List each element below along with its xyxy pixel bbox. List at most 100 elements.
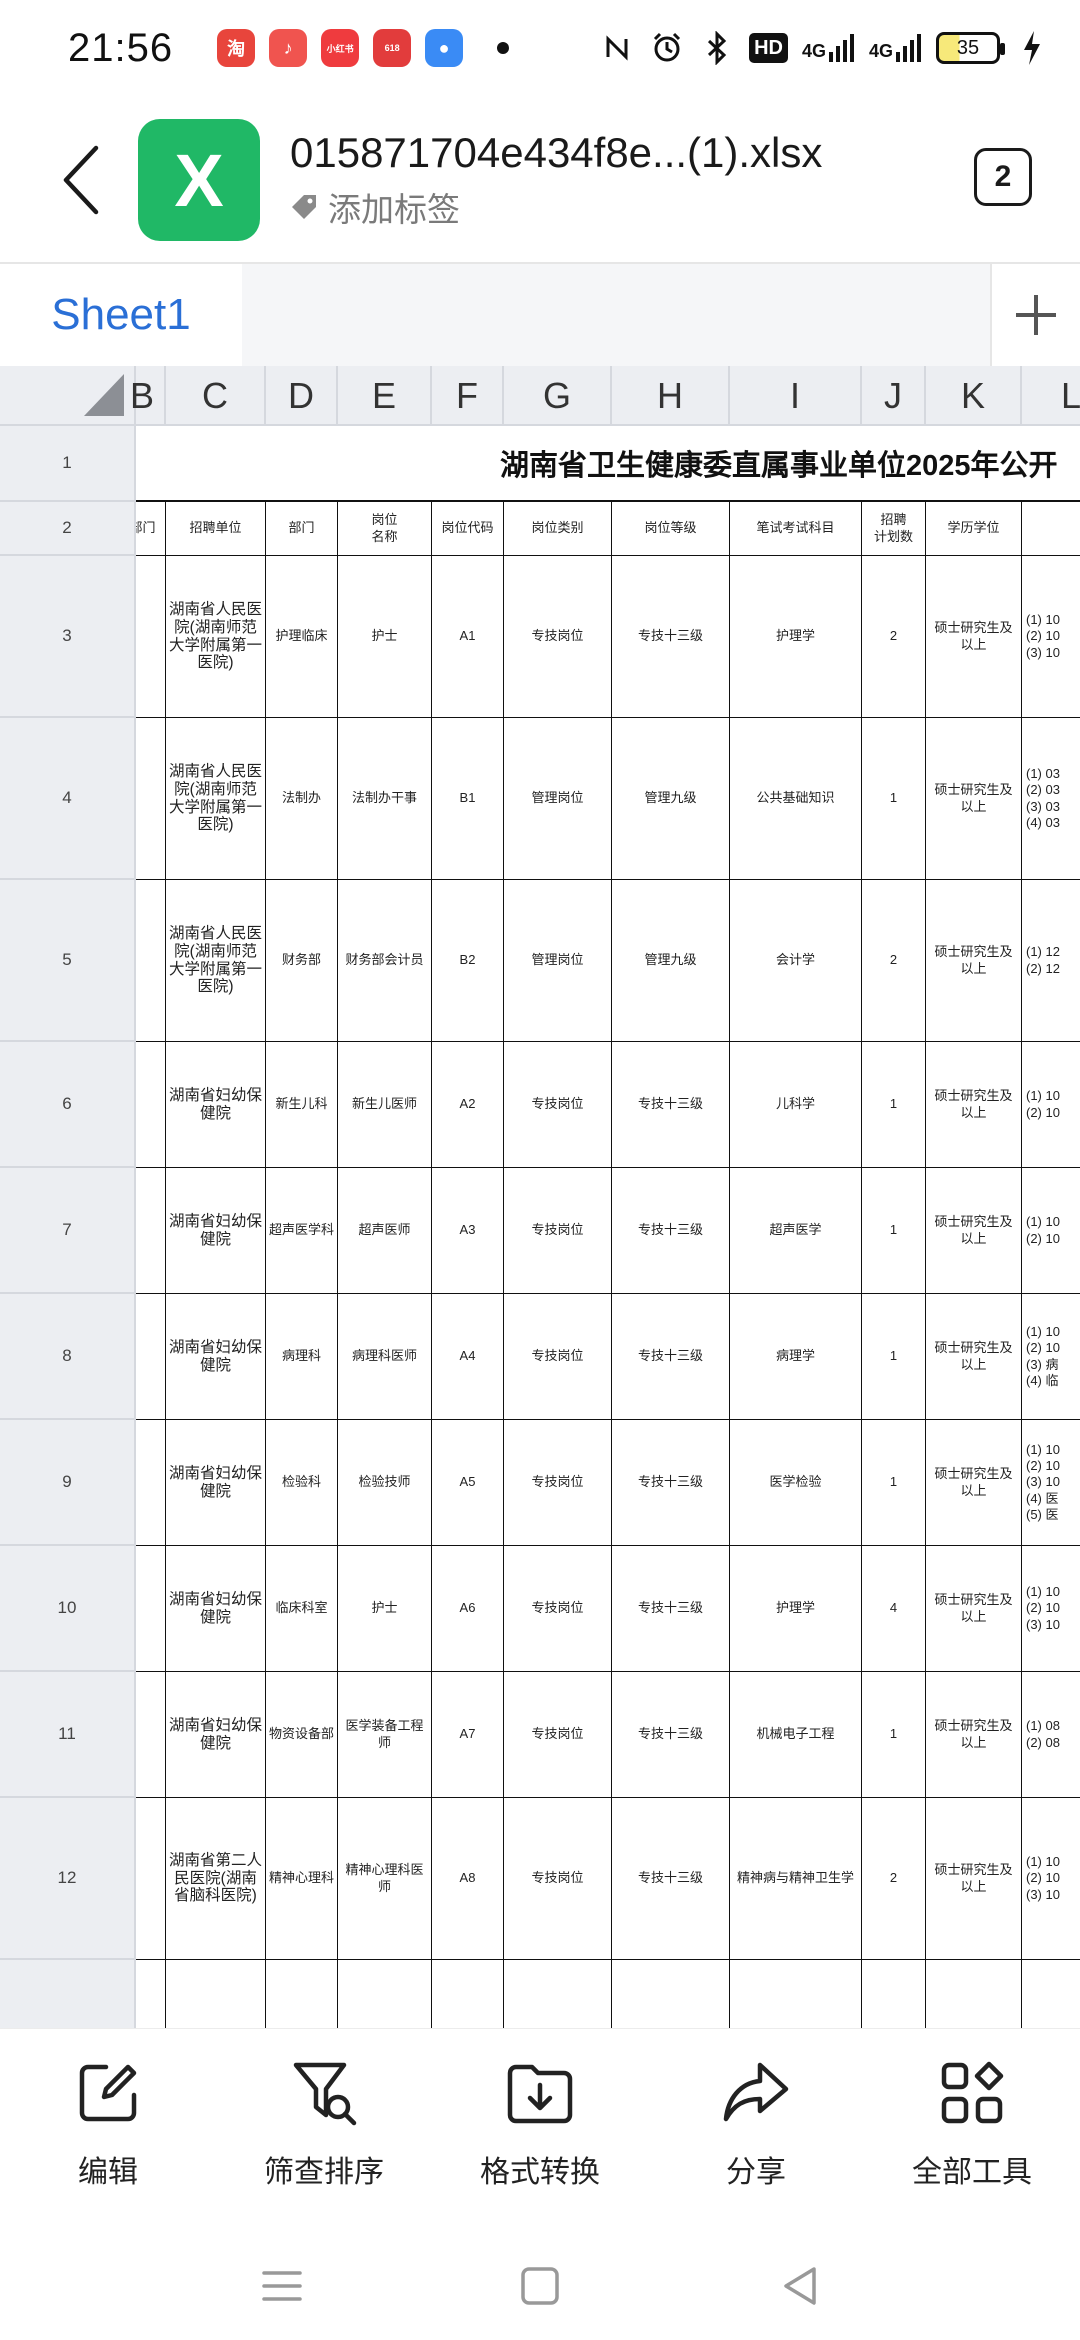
cell-empty[interactable] <box>136 1294 166 1420</box>
cell-category[interactable]: 管理岗位 <box>504 718 612 880</box>
cell-level[interactable]: 专技十三级 <box>612 1798 730 1960</box>
cell-empty[interactable] <box>504 1960 612 2028</box>
cell-empty[interactable] <box>136 1168 166 1294</box>
cell-exam[interactable]: 医学检验 <box>730 1420 862 1546</box>
cell-level[interactable]: 专技十三级 <box>612 556 730 718</box>
header-cell[interactable]: 学历学位 <box>926 502 1022 556</box>
cell-empty[interactable] <box>136 1960 166 2028</box>
cell-dept[interactable]: 护理临床 <box>266 556 338 718</box>
cell-category[interactable]: 专技岗位 <box>504 1168 612 1294</box>
cell-empty[interactable] <box>338 1960 432 2028</box>
cell-degree[interactable]: 硕士研究生及以上 <box>926 1168 1022 1294</box>
cell-level[interactable]: 管理九级 <box>612 880 730 1042</box>
cell-empty[interactable] <box>926 1960 1022 2028</box>
cell-dept[interactable]: 病理科 <box>266 1294 338 1420</box>
cell-code[interactable]: A3 <box>432 1168 504 1294</box>
row-header[interactable]: 7 <box>0 1168 134 1294</box>
cell-category[interactable]: 管理岗位 <box>504 880 612 1042</box>
header-cell[interactable]: 笔试考试科目 <box>730 502 862 556</box>
row-header[interactable]: 3 <box>0 556 134 718</box>
cell-exam[interactable]: 病理学 <box>730 1294 862 1420</box>
cell-count[interactable]: 1 <box>862 1042 926 1168</box>
all-tools-button[interactable]: 全部工具 <box>872 2059 1072 2191</box>
cell-empty[interactable] <box>1022 1960 1080 2028</box>
cell-org[interactable]: 湖南省妇幼保健院 <box>166 1294 266 1420</box>
header-cell[interactable]: 部门 <box>266 502 338 556</box>
cell-empty[interactable] <box>136 1546 166 1672</box>
column-header-k[interactable]: K <box>926 366 1022 426</box>
cell-major[interactable]: (1) 03 (2) 03 (3) 03 (4) 03 <box>1022 718 1080 880</box>
add-tag-button[interactable]: 添加标签 <box>290 183 822 231</box>
cell-dept[interactable]: 新生儿科 <box>266 1042 338 1168</box>
column-header-j[interactable]: J <box>862 366 926 426</box>
cell-level[interactable]: 专技十三级 <box>612 1294 730 1420</box>
back-nav-button[interactable] <box>770 2256 830 2316</box>
cell-code[interactable]: B1 <box>432 718 504 880</box>
cell-dept[interactable]: 物资设备部 <box>266 1672 338 1798</box>
cell-degree[interactable]: 硕士研究生及以上 <box>926 1294 1022 1420</box>
home-button[interactable] <box>510 2256 570 2316</box>
sheet-tab-sheet1[interactable]: Sheet1 <box>0 264 242 366</box>
row-header[interactable]: 2 <box>0 502 134 556</box>
row-header[interactable]: 5 <box>0 880 134 1042</box>
cell-empty[interactable] <box>612 1960 730 2028</box>
cell-exam[interactable]: 精神病与精神卫生学 <box>730 1798 862 1960</box>
cell-post[interactable]: 新生儿医师 <box>338 1042 432 1168</box>
cell-count[interactable]: 2 <box>862 1798 926 1960</box>
cell-count[interactable]: 1 <box>862 1294 926 1420</box>
cell-empty[interactable] <box>136 556 166 718</box>
cell-org[interactable]: 湖南省第二人民医院(湖南省脑科医院) <box>166 1798 266 1960</box>
cell-degree[interactable]: 硕士研究生及以上 <box>926 1672 1022 1798</box>
header-cell[interactable] <box>1022 502 1080 556</box>
cell-post[interactable]: 护士 <box>338 1546 432 1672</box>
cell-exam[interactable]: 护理学 <box>730 556 862 718</box>
column-header-b[interactable]: B <box>120 366 166 426</box>
cell-org[interactable]: 湖南省妇幼保健院 <box>166 1042 266 1168</box>
cell-major[interactable]: (1) 10 (2) 10 <box>1022 1168 1080 1294</box>
cell-degree[interactable]: 硕士研究生及以上 <box>926 1042 1022 1168</box>
column-header-d[interactable]: D <box>266 366 338 426</box>
back-button[interactable] <box>40 130 120 230</box>
select-all-corner[interactable] <box>0 366 136 426</box>
column-header-h[interactable]: H <box>612 366 730 426</box>
cell-degree[interactable]: 硕士研究生及以上 <box>926 1798 1022 1960</box>
spreadsheet-grid[interactable]: BCDEFGHIJKL 1 2 3 4 5 6 7 8 9 10 11 12 湖南省卫生健康委直属事业… <box>0 366 1080 2028</box>
row-header[interactable]: 1 <box>0 426 134 502</box>
cell-area[interactable]: 湖南省卫生健康委直属事业单位2025年公开 部门招聘单位部门岗位 名称岗位代码岗… <box>136 426 1080 2028</box>
cell-code[interactable]: A4 <box>432 1294 504 1420</box>
cell-count[interactable]: 1 <box>862 718 926 880</box>
cell-major[interactable]: (1) 10 (2) 10 (3) 10 <box>1022 1798 1080 1960</box>
cell-code[interactable]: A5 <box>432 1420 504 1546</box>
share-button[interactable]: 分享 <box>656 2059 856 2191</box>
edit-button[interactable]: 编辑 <box>8 2059 208 2191</box>
cell-category[interactable]: 专技岗位 <box>504 1798 612 1960</box>
cell-exam[interactable]: 儿科学 <box>730 1042 862 1168</box>
cell-dept[interactable]: 法制办 <box>266 718 338 880</box>
add-sheet-button[interactable] <box>990 264 1080 366</box>
cell-post[interactable]: 超声医师 <box>338 1168 432 1294</box>
cell-major[interactable]: (1) 10 (2) 10 (3) 病 (4) 临 <box>1022 1294 1080 1420</box>
format-convert-button[interactable]: 格式转换 <box>440 2059 640 2191</box>
row-header[interactable] <box>0 1960 134 2028</box>
row-header[interactable]: 4 <box>0 718 134 880</box>
cell-post[interactable]: 护士 <box>338 556 432 718</box>
cell-empty[interactable] <box>266 1960 338 2028</box>
sheet-title-cell[interactable]: 湖南省卫生健康委直属事业单位2025年公开 <box>136 426 1080 502</box>
cell-exam[interactable]: 公共基础知识 <box>730 718 862 880</box>
cell-empty[interactable] <box>862 1960 926 2028</box>
cell-level[interactable]: 专技十三级 <box>612 1546 730 1672</box>
column-header-l[interactable]: L <box>1022 366 1080 426</box>
cell-empty[interactable] <box>136 880 166 1042</box>
header-cell[interactable]: 部门 <box>136 502 166 556</box>
cell-org[interactable]: 湖南省妇幼保健院 <box>166 1420 266 1546</box>
column-header-g[interactable]: G <box>504 366 612 426</box>
cell-category[interactable]: 专技岗位 <box>504 1420 612 1546</box>
row-header[interactable]: 10 <box>0 1546 134 1672</box>
cell-count[interactable]: 1 <box>862 1420 926 1546</box>
cell-empty[interactable] <box>166 1960 266 2028</box>
column-header-e[interactable]: E <box>338 366 432 426</box>
cell-code[interactable]: A7 <box>432 1672 504 1798</box>
cell-code[interactable]: A2 <box>432 1042 504 1168</box>
cell-major[interactable]: (1) 10 (2) 10 (3) 10 (4) 医 (5) 医 <box>1022 1420 1080 1546</box>
cell-count[interactable]: 2 <box>862 880 926 1042</box>
